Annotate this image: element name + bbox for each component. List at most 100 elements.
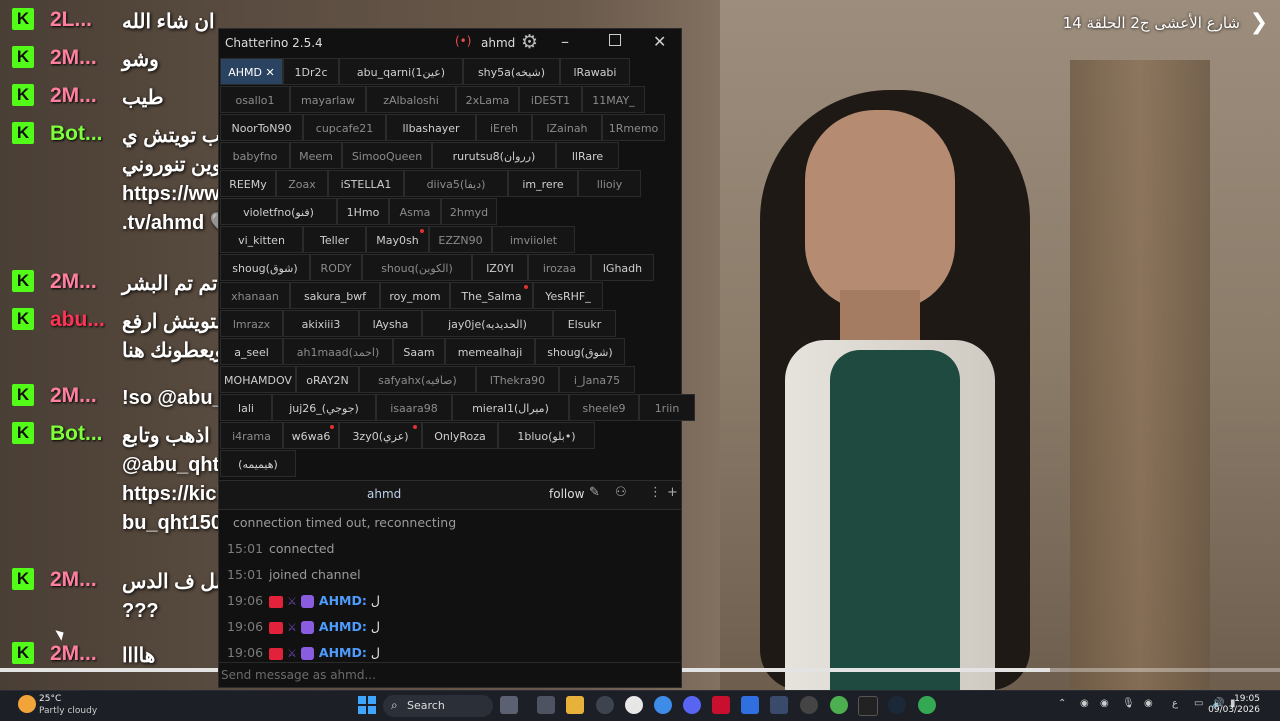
tab-3-4[interactable]: llRare xyxy=(556,142,619,169)
tab-10-3[interactable]: memealhaji xyxy=(445,338,535,365)
clock[interactable]: 19:05 09/03/2026 xyxy=(1208,694,1260,716)
tray-icon[interactable]: ◉ xyxy=(1100,698,1109,709)
message-username[interactable]: AHMD: xyxy=(319,645,367,660)
maximize-button[interactable] xyxy=(609,34,621,46)
live-icon[interactable]: (•) xyxy=(455,34,471,48)
tab-13-4[interactable]: 1bluo(بلو•) xyxy=(498,422,595,449)
steam-icon[interactable] xyxy=(888,696,906,714)
minimize-button[interactable]: – xyxy=(561,32,569,51)
tab-7-2[interactable]: shouq(الكوين) xyxy=(362,254,472,281)
discord-icon[interactable] xyxy=(683,696,701,714)
tab-2-3[interactable]: iEreh xyxy=(476,114,532,141)
tab-7-4[interactable]: irozaa xyxy=(528,254,591,281)
app-icon-red[interactable] xyxy=(712,696,730,714)
obs-icon[interactable] xyxy=(625,696,643,714)
tab-2-1[interactable]: cupcafe21 xyxy=(303,114,386,141)
tab-1-2[interactable]: zAlbaloshi xyxy=(366,86,456,113)
tab-12-3[interactable]: mieral1(ميرال) xyxy=(452,394,569,421)
mic-icon[interactable]: 🎙 xyxy=(1122,698,1135,709)
chrome-profile-icon[interactable] xyxy=(918,696,936,714)
tab-6-2[interactable]: May0sh xyxy=(366,226,429,253)
tab-13-1[interactable]: w6wa6 xyxy=(283,422,339,449)
split-channel-name[interactable]: ahmd xyxy=(367,487,401,501)
tab-8-0[interactable]: xhanaan xyxy=(220,282,290,309)
tab-12-5[interactable]: 1riin xyxy=(639,394,695,421)
tab-8-4[interactable]: YesRHF_ xyxy=(533,282,603,309)
tab-9-2[interactable]: lAysha xyxy=(359,310,422,337)
tab-10-0[interactable]: a_seel xyxy=(220,338,283,365)
tab-5-3[interactable]: 2hmyd xyxy=(441,198,497,225)
tab-1-4[interactable]: iDEST1 xyxy=(519,86,582,113)
tab-3-1[interactable]: Meem xyxy=(290,142,342,169)
tab-3-3[interactable]: rurutsu8(رروان) xyxy=(432,142,556,169)
network-icon[interactable]: ▭ xyxy=(1194,698,1203,709)
tab-7-0[interactable]: shoug(شوق) xyxy=(220,254,310,281)
tab-1-5[interactable]: 11MAY_ xyxy=(582,86,645,113)
tab-13-0[interactable]: i4rama xyxy=(220,422,283,449)
tab-6-3[interactable]: EZZN90 xyxy=(429,226,492,253)
tab-12-0[interactable]: lali xyxy=(220,394,272,421)
tab-11-4[interactable]: i_Jana75 xyxy=(559,366,635,393)
account-button[interactable]: ahmd xyxy=(481,36,515,50)
message-username[interactable]: AHMD: xyxy=(319,593,367,608)
terminal-icon[interactable] xyxy=(858,696,878,716)
tab-3-0[interactable]: babyfno xyxy=(220,142,290,169)
chatterino-taskbar-icon[interactable] xyxy=(770,696,788,714)
tab-9-1[interactable]: akixiii3 xyxy=(283,310,359,337)
tab-10-4[interactable]: shoug(شوق) xyxy=(535,338,625,365)
tab-9-3[interactable]: jay0je(الحديديه) xyxy=(422,310,553,337)
tab-9-4[interactable]: Elsukr xyxy=(553,310,616,337)
tab-2-4[interactable]: lZainah xyxy=(532,114,602,141)
tab-6-4[interactable]: imviiolet xyxy=(492,226,575,253)
tab-0-4[interactable]: lRawabi xyxy=(560,58,630,85)
tab-8-2[interactable]: roy_mom xyxy=(380,282,450,309)
app-icon-blue[interactable] xyxy=(741,696,759,714)
tab-1-0[interactable]: osallo1 xyxy=(220,86,290,113)
tab-0-2[interactable]: abu_qarni(عين1) xyxy=(339,58,463,85)
pencil-icon[interactable]: ✎ xyxy=(589,485,600,500)
chatterino-window[interactable]: Chatterino 2.5.4 (•) ahmd ⚙ – ✕ + AHMD ✕… xyxy=(218,28,695,688)
tab-0-1[interactable]: 1Dr2c xyxy=(283,58,339,85)
tray-icon[interactable]: ◉ xyxy=(1144,698,1153,709)
app-icon-gray[interactable] xyxy=(800,696,818,714)
message-input[interactable]: Send message as ahmd... xyxy=(219,662,681,688)
chrome-alt-icon[interactable] xyxy=(830,696,848,714)
message-username[interactable]: AHMD: xyxy=(319,619,367,634)
tab-12-2[interactable]: isaara98 xyxy=(376,394,452,421)
tab-6-0[interactable]: vi_kitten xyxy=(220,226,303,253)
weather-icon[interactable] xyxy=(18,695,36,713)
close-button[interactable]: ✕ xyxy=(653,32,666,51)
chevron-up-icon[interactable]: ⌃ xyxy=(1058,698,1066,709)
more-icon[interactable]: ⋮ xyxy=(649,485,662,500)
tab-9-0[interactable]: lmrazx xyxy=(220,310,283,337)
app-icon[interactable] xyxy=(596,696,614,714)
tab-4-1[interactable]: Zoax xyxy=(276,170,328,197)
tab-7-1[interactable]: RODY xyxy=(310,254,362,281)
tab-6-1[interactable]: Teller xyxy=(303,226,366,253)
tab-8-3[interactable]: The_Salma xyxy=(450,282,533,309)
tab-13-3[interactable]: OnlyRoza xyxy=(422,422,498,449)
tab-5-0[interactable]: violetfno(فنو) xyxy=(220,198,337,225)
tab-13-2[interactable]: 3zy0(عزي) xyxy=(339,422,422,449)
tab-11-2[interactable]: safyahx(صافيه) xyxy=(359,366,476,393)
language-indicator[interactable]: ع xyxy=(1172,698,1178,709)
tab-4-4[interactable]: im_rere xyxy=(508,170,578,197)
chat-messages[interactable]: connection timed out, reconnecting 15:01 c… xyxy=(219,509,681,660)
task-view-icon[interactable] xyxy=(537,696,555,714)
add-split-icon[interactable]: + xyxy=(667,485,678,500)
file-explorer-icon[interactable] xyxy=(566,696,584,714)
tab-0-0[interactable]: AHMD ✕ xyxy=(220,58,283,85)
tab-2-5[interactable]: 1Rmemo xyxy=(602,114,665,141)
chrome-icon[interactable] xyxy=(654,696,672,714)
tab-11-1[interactable]: oRAY2N xyxy=(296,366,359,393)
tab-11-3[interactable]: lThekra90 xyxy=(476,366,559,393)
chevron-right-icon[interactable]: ❯ xyxy=(1250,10,1268,35)
widgets-icon[interactable] xyxy=(500,696,518,714)
tab-14-0[interactable]: (هيميمه) xyxy=(220,450,296,477)
tab-10-2[interactable]: Saam xyxy=(393,338,445,365)
tab-7-3[interactable]: lZ0YI xyxy=(472,254,528,281)
tab-1-3[interactable]: 2xLama xyxy=(456,86,519,113)
tab-10-1[interactable]: ah1maad(احمد) xyxy=(283,338,393,365)
search-box[interactable]: ⌕ Search xyxy=(383,695,493,717)
tab-5-2[interactable]: Asma xyxy=(389,198,441,225)
